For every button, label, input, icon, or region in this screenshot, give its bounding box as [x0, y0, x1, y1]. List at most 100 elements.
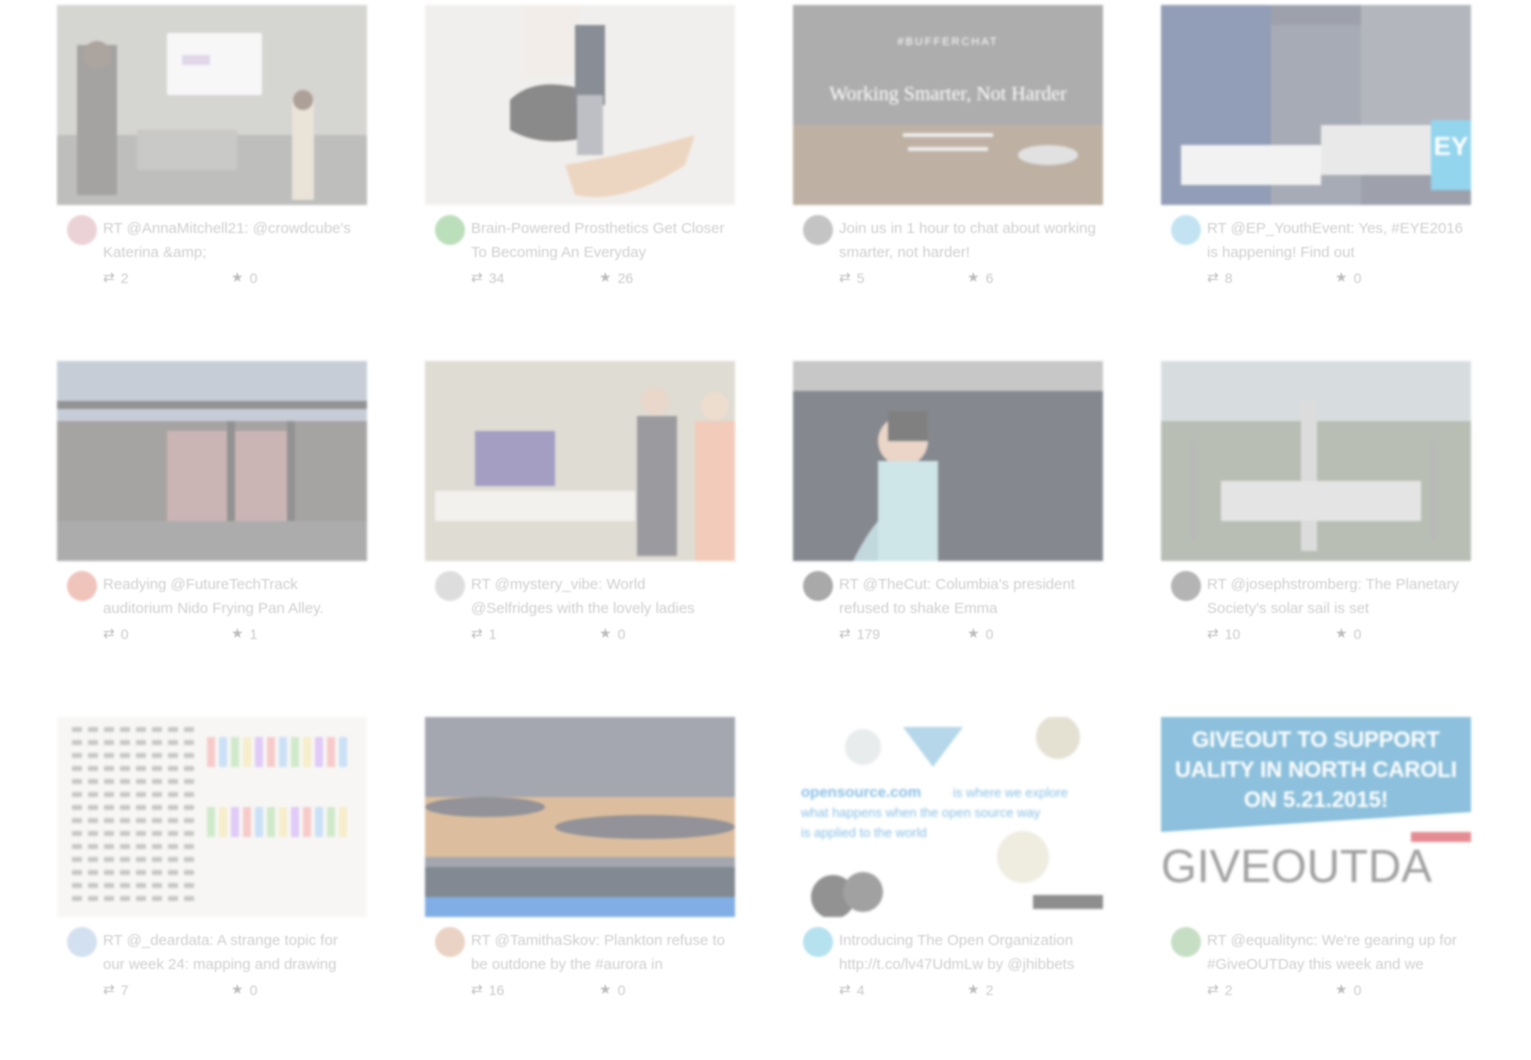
- retweet-count[interactable]: ⇄ 10: [1207, 625, 1240, 642]
- retweet-count-value: 16: [488, 981, 505, 998]
- tweet-media-image[interactable]: [425, 717, 735, 917]
- retweet-icon: ⇄: [471, 625, 483, 641]
- star-icon: ★: [1335, 269, 1348, 285]
- favorite-count-value: 0: [249, 269, 258, 286]
- retweet-count[interactable]: ⇄ 2: [1207, 981, 1233, 998]
- favorite-count[interactable]: ★ 0: [599, 625, 625, 642]
- favorite-count[interactable]: ★ 0: [1335, 269, 1361, 286]
- tweet-media-image[interactable]: EY: [1161, 5, 1471, 205]
- tweet-media-image[interactable]: [57, 361, 367, 561]
- avatar[interactable]: [803, 927, 833, 957]
- avatar[interactable]: [67, 927, 97, 957]
- tweet-text: RT @TheCut: Columbia's president refused…: [839, 576, 1075, 617]
- favorite-count[interactable]: ★ 0: [599, 981, 625, 998]
- retweet-count[interactable]: ⇄ 2: [103, 269, 129, 286]
- retweet-count-value: 4: [856, 981, 865, 998]
- tweet-text: Introducing The Open Organization http:/…: [839, 932, 1075, 973]
- favorite-count-value: 26: [617, 269, 634, 286]
- svg-text:EY: EY: [1434, 131, 1469, 161]
- tweet-card[interactable]: GIVEOUT TO SUPPORT UALITY IN NORTH CAROL…: [1161, 717, 1471, 1017]
- retweet-count[interactable]: ⇄ 0: [103, 625, 129, 642]
- favorite-count-value: 0: [617, 981, 626, 998]
- retweet-icon: ⇄: [103, 981, 115, 997]
- retweet-icon: ⇄: [1207, 269, 1219, 285]
- favorite-count[interactable]: ★ 0: [231, 981, 257, 998]
- retweet-count-value: 5: [856, 269, 865, 286]
- retweet-count[interactable]: ⇄ 8: [1207, 269, 1233, 286]
- tweet-card[interactable]: RT @TheCut: Columbia's president refused…: [793, 361, 1103, 661]
- retweet-count[interactable]: ⇄ 5: [839, 269, 865, 286]
- tweet-card[interactable]: RT @josephstromberg: The Planetary Socie…: [1161, 361, 1471, 661]
- retweet-icon: ⇄: [1207, 625, 1219, 641]
- tweet-card[interactable]: Readying @FutureTechTrack auditorium Nid…: [57, 361, 367, 661]
- retweet-count-value: 34: [488, 269, 505, 286]
- retweet-count-value: 10: [1224, 625, 1241, 642]
- svg-text:is where we explore: is where we explore: [953, 785, 1068, 800]
- retweet-count[interactable]: ⇄ 7: [103, 981, 129, 998]
- tweet-card[interactable]: #BUFFERCHAT Working Smarter, Not Harder …: [793, 5, 1103, 305]
- tweet-card[interactable]: opensource.com is where we explore what …: [793, 717, 1103, 1017]
- favorite-count[interactable]: ★ 0: [967, 625, 993, 642]
- avatar[interactable]: [435, 927, 465, 957]
- avatar[interactable]: [803, 215, 833, 245]
- svg-text:UALITY IN NORTH CAROLI: UALITY IN NORTH CAROLI: [1175, 757, 1457, 782]
- tweet-card[interactable]: RT @TamithaSkov: Plankton refuse to be o…: [425, 717, 735, 1017]
- retweet-count-value: 0: [120, 625, 129, 642]
- tweet-card[interactable]: Brain-Powered Prosthetics Get Closer To …: [425, 5, 735, 305]
- retweet-count[interactable]: ⇄ 1: [471, 625, 497, 642]
- retweet-count-value: 7: [120, 981, 129, 998]
- favorite-count[interactable]: ★ 0: [1335, 625, 1361, 642]
- tweet-media-image[interactable]: GIVEOUT TO SUPPORT UALITY IN NORTH CAROL…: [1161, 717, 1471, 917]
- tweet-text: RT @mystery_vibe: World @Selfridges with…: [471, 576, 695, 617]
- favorite-count-value: 0: [1353, 981, 1362, 998]
- retweet-count[interactable]: ⇄ 4: [839, 981, 865, 998]
- retweet-count-value: 2: [1224, 981, 1233, 998]
- favorite-count[interactable]: ★ 26: [599, 269, 633, 286]
- avatar[interactable]: [435, 571, 465, 601]
- svg-text:GIVEOUT TO SUPPORT: GIVEOUT TO SUPPORT: [1192, 727, 1440, 752]
- favorite-count[interactable]: ★ 0: [231, 269, 257, 286]
- svg-text:opensource.com: opensource.com: [801, 784, 921, 801]
- svg-text:ON 5.21.2015!: ON 5.21.2015!: [1244, 787, 1388, 812]
- retweet-icon: ⇄: [103, 269, 115, 285]
- tweet-text: Readying @FutureTechTrack auditorium Nid…: [103, 576, 324, 617]
- tweet-card[interactable]: EY RT @EP_YouthEvent: Yes, #EYE2016 is h…: [1161, 5, 1471, 305]
- favorite-count[interactable]: ★ 0: [1335, 981, 1361, 998]
- retweet-count[interactable]: ⇄ 16: [471, 981, 504, 998]
- tweet-media-image[interactable]: [793, 361, 1103, 561]
- star-icon: ★: [231, 625, 244, 641]
- avatar[interactable]: [1171, 927, 1201, 957]
- tweet-media-image[interactable]: [57, 5, 367, 205]
- avatar[interactable]: [1171, 215, 1201, 245]
- retweet-count[interactable]: ⇄ 179: [839, 625, 880, 642]
- star-icon: ★: [599, 625, 612, 641]
- tweet-media-image[interactable]: [1161, 361, 1471, 561]
- avatar[interactable]: [803, 571, 833, 601]
- tweet-media-image[interactable]: [425, 5, 735, 205]
- favorite-count[interactable]: ★ 6: [967, 269, 993, 286]
- svg-text:Working Smarter, Not Harder: Working Smarter, Not Harder: [829, 83, 1067, 105]
- avatar[interactable]: [67, 215, 97, 245]
- avatar[interactable]: [1171, 571, 1201, 601]
- tweet-media-image[interactable]: opensource.com is where we explore what …: [793, 717, 1103, 917]
- tweet-grid: RT @AnnaMitchell21: @crowdcube's Katerin…: [0, 0, 1531, 1060]
- tweet-text: Join us in 1 hour to chat about working …: [839, 220, 1096, 261]
- avatar[interactable]: [67, 571, 97, 601]
- avatar[interactable]: [435, 215, 465, 245]
- favorite-count-value: 2: [985, 981, 994, 998]
- tweet-card[interactable]: RT @_deardata: A strange topic for our w…: [57, 717, 367, 1017]
- svg-text:#BUFFERCHAT: #BUFFERCHAT: [897, 36, 998, 48]
- tweet-media-image[interactable]: #BUFFERCHAT Working Smarter, Not Harder: [793, 5, 1103, 205]
- star-icon: ★: [967, 269, 980, 285]
- tweet-card[interactable]: RT @AnnaMitchell21: @crowdcube's Katerin…: [57, 5, 367, 305]
- retweet-count[interactable]: ⇄ 34: [471, 269, 504, 286]
- tweet-card[interactable]: RT @mystery_vibe: World @Selfridges with…: [425, 361, 735, 661]
- favorite-count[interactable]: ★ 2: [967, 981, 993, 998]
- tweet-media-image[interactable]: [57, 717, 367, 917]
- tweet-text: RT @_deardata: A strange topic for our w…: [103, 932, 338, 973]
- star-icon: ★: [1335, 625, 1348, 641]
- favorite-count[interactable]: ★ 1: [231, 625, 257, 642]
- tweet-media-image[interactable]: [425, 361, 735, 561]
- tweet-text: Brain-Powered Prosthetics Get Closer To …: [471, 220, 725, 261]
- svg-text:GIVEOUTDA: GIVEOUTDA: [1161, 840, 1432, 892]
